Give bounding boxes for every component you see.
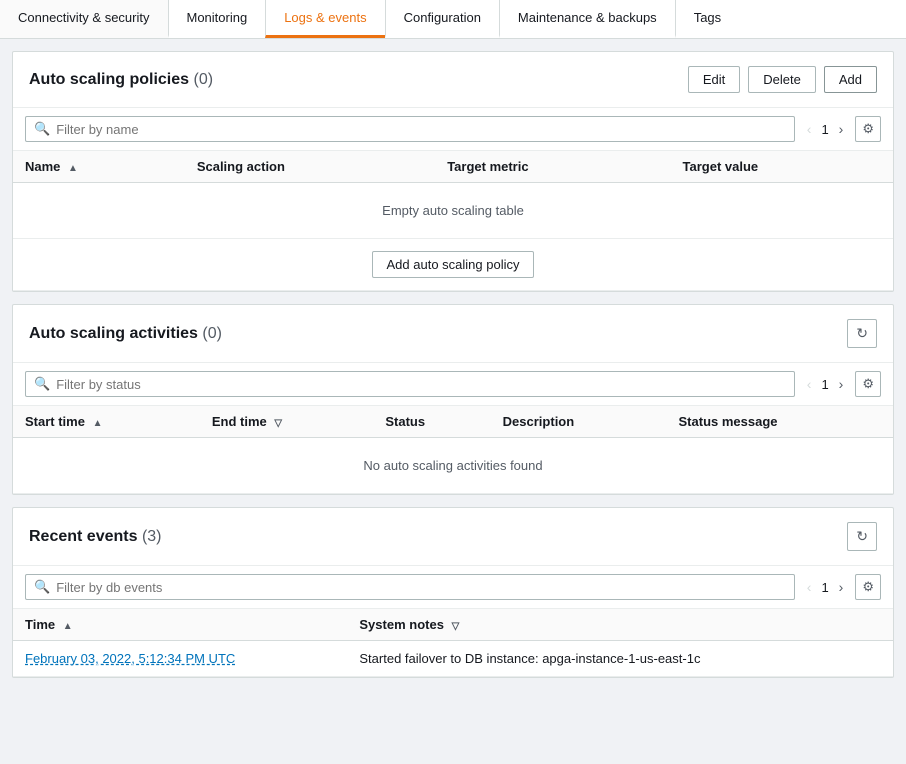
prev-page-button-activities[interactable]: ‹ <box>803 374 816 394</box>
activities-table-header-row: Start time ▲ End time ▽ Status Descripti… <box>13 406 893 438</box>
auto-scaling-activities-section: Auto scaling activities (0) ↻ 🔍 ‹ 1 › ⚙ <box>12 304 894 495</box>
empty-table-row: Empty auto scaling table <box>13 183 893 239</box>
refresh-activities-button[interactable]: ↻ <box>847 319 877 348</box>
name-sort-icon: ▲ <box>68 163 78 174</box>
col-end-time: End time ▽ <box>200 406 373 438</box>
auto-scaling-activities-pagination: ‹ 1 › <box>803 374 848 394</box>
tabs-bar: Connectivity & security Monitoring Logs … <box>0 0 906 39</box>
tab-maintenance-backups[interactable]: Maintenance & backups <box>499 0 675 38</box>
auto-scaling-activities-search-wrapper[interactable]: 🔍 <box>25 371 795 397</box>
refresh-events-button[interactable]: ↻ <box>847 522 877 551</box>
events-table-header-row: Time ▲ System notes ▽ <box>13 609 893 641</box>
recent-events-section: Recent events (3) ↻ 🔍 ‹ 1 › ⚙ <box>12 507 894 678</box>
auto-scaling-activities-search-input[interactable] <box>56 377 786 392</box>
table-header-row: Name ▲ Scaling action Target metric Targ… <box>13 151 893 183</box>
col-target-metric: Target metric <box>435 151 670 183</box>
auto-scaling-activities-table: Start time ▲ End time ▽ Status Descripti… <box>13 406 893 494</box>
prev-page-button[interactable]: ‹ <box>803 119 816 139</box>
col-name: Name ▲ <box>13 151 185 183</box>
auto-scaling-activities-filter-bar: 🔍 ‹ 1 › ⚙ <box>13 363 893 406</box>
auto-scaling-policies-filter-bar: 🔍 ‹ 1 › ⚙ <box>13 108 893 151</box>
col-status: Status <box>373 406 490 438</box>
system-notes-sort-icon: ▽ <box>452 621 460 632</box>
event-time-link[interactable]: February 03, 2022, 5:12:34 PM UTC <box>25 651 235 666</box>
prev-page-button-events[interactable]: ‹ <box>803 577 816 597</box>
main-content: Auto scaling policies (0) Edit Delete Ad… <box>0 51 906 678</box>
add-policy-row: Add auto scaling policy <box>13 239 893 291</box>
recent-events-pagination: ‹ 1 › <box>803 577 848 597</box>
delete-button[interactable]: Delete <box>748 66 816 93</box>
next-page-button-events[interactable]: › <box>835 577 848 597</box>
col-target-value: Target value <box>671 151 893 183</box>
auto-scaling-activities-actions: ↻ <box>847 319 877 348</box>
search-icon: 🔍 <box>34 121 50 137</box>
search-icon: 🔍 <box>34 579 50 595</box>
tab-tags[interactable]: Tags <box>675 0 739 38</box>
recent-events-title: Recent events (3) <box>29 528 162 546</box>
col-scaling-action: Scaling action <box>185 151 435 183</box>
recent-events-actions: ↻ <box>847 522 877 551</box>
activities-empty-row: No auto scaling activities found <box>13 438 893 494</box>
auto-scaling-policies-section: Auto scaling policies (0) Edit Delete Ad… <box>12 51 894 292</box>
next-page-button[interactable]: › <box>835 119 848 139</box>
tab-connectivity[interactable]: Connectivity & security <box>0 0 168 38</box>
column-settings-button[interactable]: ⚙ <box>855 116 881 142</box>
recent-events-header: Recent events (3) ↻ <box>13 508 893 566</box>
next-page-button-activities[interactable]: › <box>835 374 848 394</box>
auto-scaling-policies-table: Name ▲ Scaling action Target metric Targ… <box>13 151 893 291</box>
add-button[interactable]: Add <box>824 66 877 93</box>
auto-scaling-activities-header: Auto scaling activities (0) ↻ <box>13 305 893 363</box>
search-icon: 🔍 <box>34 376 50 392</box>
auto-scaling-policies-actions: Edit Delete Add <box>688 66 877 93</box>
recent-events-search-wrapper[interactable]: 🔍 <box>25 574 795 600</box>
events-column-settings-button[interactable]: ⚙ <box>855 574 881 600</box>
col-status-message: Status message <box>667 406 893 438</box>
table-row: February 03, 2022, 5:12:34 PM UTC Starte… <box>13 641 893 677</box>
time-sort-icon: ▲ <box>63 621 73 632</box>
auto-scaling-policies-search-wrapper[interactable]: 🔍 <box>25 116 795 142</box>
auto-scaling-policies-title: Auto scaling policies (0) <box>29 71 213 89</box>
auto-scaling-policies-search-input[interactable] <box>56 122 786 137</box>
recent-events-filter-bar: 🔍 ‹ 1 › ⚙ <box>13 566 893 609</box>
end-time-sort-icon: ▽ <box>274 418 282 429</box>
tab-logs-events[interactable]: Logs & events <box>265 0 384 38</box>
activities-column-settings-button[interactable]: ⚙ <box>855 371 881 397</box>
col-system-notes: System notes ▽ <box>347 609 893 641</box>
recent-events-search-input[interactable] <box>56 580 786 595</box>
col-start-time: Start time ▲ <box>13 406 200 438</box>
col-time: Time ▲ <box>13 609 347 641</box>
start-time-sort-icon: ▲ <box>93 418 103 429</box>
tab-monitoring[interactable]: Monitoring <box>168 0 266 38</box>
auto-scaling-policies-pagination: ‹ 1 › <box>803 119 848 139</box>
auto-scaling-policies-header: Auto scaling policies (0) Edit Delete Ad… <box>13 52 893 108</box>
add-auto-scaling-policy-button[interactable]: Add auto scaling policy <box>372 251 535 278</box>
event-time-cell: February 03, 2022, 5:12:34 PM UTC <box>13 641 347 677</box>
recent-events-table: Time ▲ System notes ▽ February 03, 2022,… <box>13 609 893 677</box>
event-notes-cell: Started failover to DB instance: apga-in… <box>347 641 893 677</box>
edit-button[interactable]: Edit <box>688 66 740 93</box>
col-description: Description <box>491 406 667 438</box>
auto-scaling-activities-title: Auto scaling activities (0) <box>29 325 222 343</box>
tab-configuration[interactable]: Configuration <box>385 0 499 38</box>
